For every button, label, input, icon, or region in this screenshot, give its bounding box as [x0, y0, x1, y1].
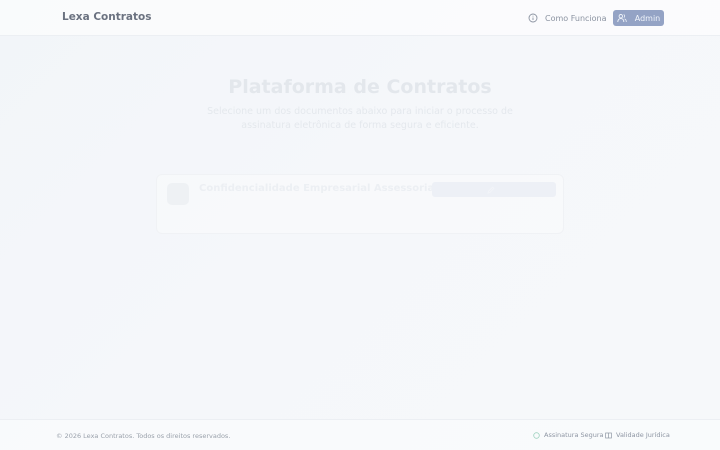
document-title: Confidencialidade Empresarial Assessoria — [199, 183, 435, 194]
brand-logo[interactable]: Lexa Contratos — [62, 11, 152, 23]
top-navbar: Lexa Contratos Como Funciona Admin — [0, 0, 720, 36]
users-icon — [617, 13, 627, 23]
legal-validity-badge: Validade Jurídica — [605, 431, 670, 439]
secure-signature-badge: Assinatura Segura — [533, 431, 604, 439]
sign-document-button[interactable] — [432, 182, 556, 197]
how-it-works-label: Como Funciona — [545, 13, 607, 23]
shield-icon — [533, 431, 540, 439]
info-circle-icon — [528, 13, 538, 23]
legal-validity-label: Validade Jurídica — [616, 431, 670, 439]
page-title: Plataforma de Contratos — [228, 76, 492, 98]
document-card[interactable]: Confidencialidade Empresarial Assessoria — [156, 174, 564, 234]
secure-signature-label: Assinatura Segura — [544, 431, 604, 439]
admin-label: Admin — [634, 13, 661, 23]
admin-button[interactable]: Admin — [613, 10, 664, 26]
footer: © 2026 Lexa Contratos. Todos os direitos… — [0, 419, 720, 450]
page-subtitle: Selecione um dos documentos abaixo para … — [207, 106, 513, 131]
how-it-works-link[interactable]: Como Funciona — [528, 10, 607, 26]
book-icon — [605, 432, 612, 439]
copyright-text: © 2026 Lexa Contratos. Todos os direitos… — [56, 432, 231, 440]
document-icon — [167, 183, 189, 205]
pen-icon — [487, 186, 495, 194]
